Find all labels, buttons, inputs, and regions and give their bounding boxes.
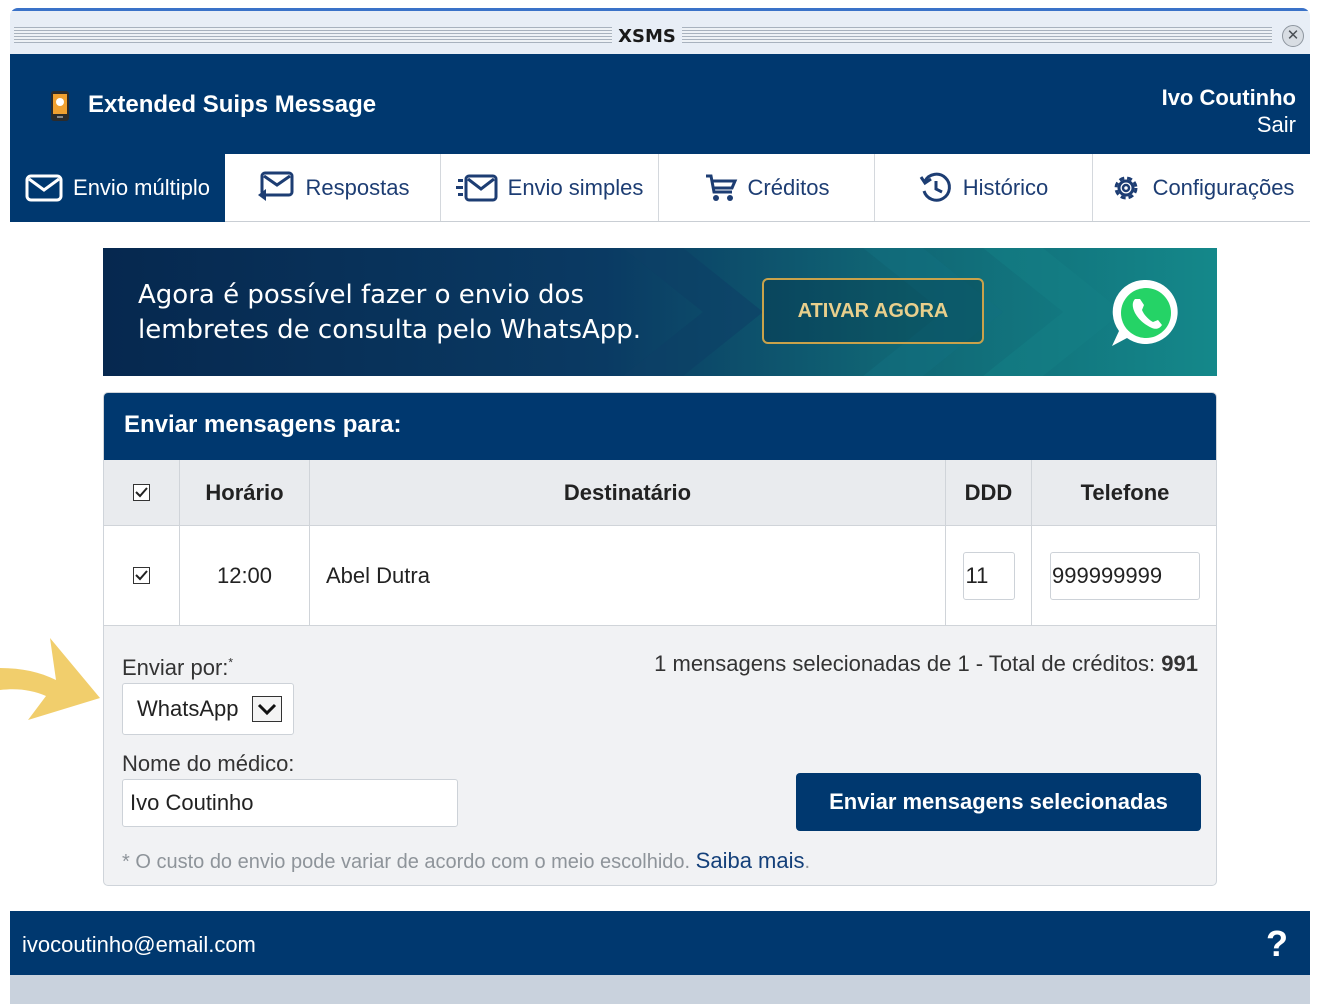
row-recipient: Abel Dutra (310, 526, 946, 625)
send-by-value: WhatsApp (137, 696, 239, 721)
learn-more-link[interactable]: Saiba mais (696, 848, 805, 873)
doctor-name-label: Nome do médico: (122, 751, 295, 776)
user-email: ivocoutinho@email.com (22, 932, 256, 957)
send-selected-button[interactable]: Enviar mensagens selecionadas (796, 773, 1201, 831)
column-header-ddd: DDD (946, 460, 1032, 525)
table-header: Horário Destinatário DDD Telefone (104, 460, 1216, 526)
cost-note: * O custo do envio pode variar de acordo… (122, 848, 810, 874)
row-select-cell (104, 526, 180, 625)
title-bar-grip (14, 27, 612, 43)
credits-total: 991 (1161, 651, 1198, 676)
note-end: . (804, 851, 811, 873)
ddd-cell: 11 (946, 526, 1032, 625)
title-bar-grip (682, 27, 1272, 43)
tab-bar: Envio múltiplo Respostas Envio simples C… (10, 154, 1310, 222)
fast-envelope-icon (455, 174, 498, 201)
column-header-horario: Horário (180, 460, 310, 525)
tab-respostas[interactable]: Respostas (225, 154, 441, 221)
chevron-down-icon-glyph (257, 703, 277, 716)
close-icon[interactable]: ✕ (1282, 25, 1304, 47)
tab-label: Envio simples (507, 174, 644, 200)
title-bar[interactable]: XSMS ✕ (10, 8, 1310, 54)
selection-summary: 1 mensagens selecionadas de 1 - Total de… (654, 651, 1198, 677)
cart-icon (705, 174, 737, 201)
logout-link[interactable]: Sair (1257, 112, 1296, 138)
app-name: Extended Suips Message (88, 91, 377, 118)
send-by-label: Enviar por:* (122, 655, 233, 681)
status-bar (10, 975, 1310, 1004)
whatsapp-promo-banner: Agora é possível fazer o envio dos lembr… (103, 248, 1217, 376)
footer-bar: ivocoutinho@email.com ? (10, 911, 1310, 975)
envelope-icon (25, 174, 63, 202)
user-name: Ivo Coutinho (1161, 85, 1296, 110)
gear-icon (1114, 176, 1138, 199)
row-checkbox[interactable] (133, 567, 150, 584)
app-logo-icon (51, 91, 69, 121)
row-time: 12:00 (180, 526, 310, 625)
banner-text: Agora é possível fazer o envio dos lembr… (138, 278, 698, 348)
tab-label: Envio múltiplo (73, 175, 210, 200)
tab-configuracoes[interactable]: Configurações (1093, 154, 1310, 221)
column-header-destinatario: Destinatário (310, 460, 946, 525)
send-by-label-text: Enviar por: (122, 655, 229, 680)
ddd-input[interactable]: 11 (962, 551, 1015, 600)
whatsapp-icon (1112, 279, 1178, 346)
panel-title: Enviar mensagens para: (104, 393, 1216, 460)
check-icon (135, 570, 148, 581)
send-messages-panel: Enviar mensagens para: Horário Destinatá… (103, 392, 1217, 886)
help-icon[interactable]: ? (1266, 923, 1288, 965)
cost-note-text: * O custo do envio pode variar de acordo… (122, 851, 691, 873)
table-row: 12:00 Abel Dutra 11 999999999 (104, 526, 1216, 626)
tab-label: Respostas (305, 174, 410, 200)
window-title: XSMS (618, 26, 676, 47)
history-icon (919, 172, 951, 202)
tab-envio-simples[interactable]: Envio simples (441, 154, 659, 221)
doctor-name-input[interactable]: Ivo Coutinho (122, 779, 458, 827)
send-by-select[interactable]: WhatsApp (122, 683, 294, 735)
tab-creditos[interactable]: Créditos (659, 154, 875, 221)
tab-label: Créditos (747, 174, 830, 200)
tab-envio-multiplo[interactable]: Envio múltiplo (10, 154, 225, 222)
summary-text: 1 mensagens selecionadas de 1 - Total de… (654, 651, 1156, 676)
phone-input[interactable]: 999999999 (1050, 551, 1200, 600)
required-marker: * (228, 655, 234, 670)
chevron-down-icon[interactable] (252, 696, 282, 722)
column-header-telefone: Telefone (1080, 479, 1170, 505)
banner-text-line: Agora é possível fazer o envio dos (138, 280, 585, 310)
phone-cell: 999999999 (1032, 526, 1216, 625)
select-all-cell (104, 460, 180, 525)
tab-label: Histórico (962, 174, 1049, 200)
pointer-arrow-icon (0, 638, 100, 720)
banner-text-line: lembretes de consulta pelo WhatsApp. (138, 315, 642, 345)
check-icon (135, 487, 148, 498)
select-all-checkbox[interactable] (133, 484, 150, 501)
reply-envelope-icon (257, 171, 294, 201)
tab-historico[interactable]: Histórico (875, 154, 1093, 221)
app-window: XSMS ✕ Extended Suips Message Ivo Coutin… (10, 8, 1310, 1004)
app-header: Extended Suips Message Ivo Coutinho Sair (10, 54, 1310, 154)
tab-label: Configurações (1152, 174, 1295, 200)
activate-now-button[interactable]: ATIVAR AGORA (762, 278, 984, 344)
